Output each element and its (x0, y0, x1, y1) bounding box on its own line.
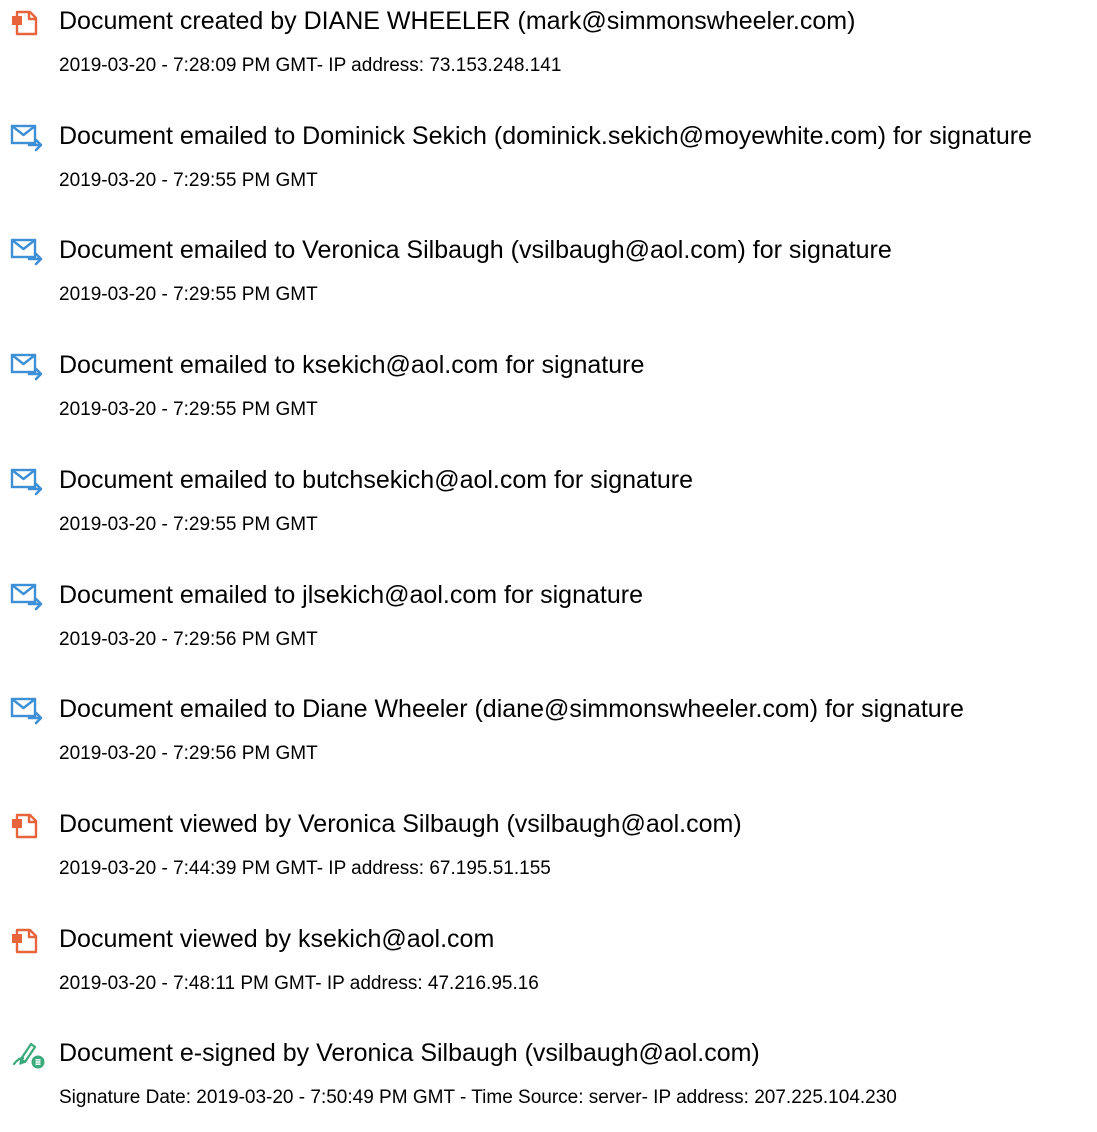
event-detail: Signature Date: 2019-03-20 - 7:50:49 PM … (59, 1087, 897, 1108)
event-title: Document viewed by ksekich@aol.com (59, 925, 495, 953)
e-signed-icon (9, 1039, 45, 1069)
event-title: Document created by DIANE WHEELER (mark@… (59, 7, 856, 35)
event-title: Document emailed to ksekich@aol.com for … (59, 351, 645, 379)
email-sent-icon (9, 236, 45, 266)
document-viewed-icon (9, 925, 45, 955)
audit-event: Document emailed to Dominick Sekich (dom… (0, 115, 1097, 215)
document-viewed-icon (9, 810, 45, 840)
email-sent-icon (9, 466, 45, 496)
event-detail: 2019-03-20 - 7:29:56 PM GMT (59, 743, 318, 764)
event-detail: 2019-03-20 - 7:29:56 PM GMT (59, 629, 318, 650)
document-created-icon (9, 7, 45, 37)
event-detail: 2019-03-20 - 7:29:55 PM GMT (59, 514, 318, 535)
event-title: Document emailed to Veronica Silbaugh (v… (59, 236, 892, 264)
audit-event: Document viewed by ksekich@aol.com 2019-… (0, 918, 1097, 1018)
event-title: Document e-signed by Veronica Silbaugh (… (59, 1039, 760, 1067)
email-sent-icon (9, 351, 45, 381)
event-title: Document emailed to butchsekich@aol.com … (59, 466, 694, 494)
email-sent-icon (9, 581, 45, 611)
event-detail: 2019-03-20 - 7:48:11 PM GMT- IP address:… (59, 973, 539, 994)
audit-event: Document emailed to jlsekich@aol.com for… (0, 574, 1097, 674)
audit-event: Document viewed by Veronica Silbaugh (vs… (0, 803, 1097, 903)
audit-event: Document emailed to ksekich@aol.com for … (0, 344, 1097, 444)
email-sent-icon (9, 695, 45, 725)
event-detail: 2019-03-20 - 7:29:55 PM GMT (59, 284, 318, 305)
event-title: Document emailed to Diane Wheeler (diane… (59, 695, 964, 723)
audit-event: Document emailed to Veronica Silbaugh (v… (0, 229, 1097, 329)
event-title: Document viewed by Veronica Silbaugh (vs… (59, 810, 742, 838)
event-detail: 2019-03-20 - 7:29:55 PM GMT (59, 399, 318, 420)
audit-event: Document created by DIANE WHEELER (mark@… (0, 0, 1097, 100)
event-detail: 2019-03-20 - 7:28:09 PM GMT- IP address:… (59, 55, 562, 76)
audit-event: Document emailed to Diane Wheeler (diane… (0, 688, 1097, 788)
event-detail: 2019-03-20 - 7:29:55 PM GMT (59, 170, 318, 191)
email-sent-icon (9, 122, 45, 152)
event-title: Document emailed to jlsekich@aol.com for… (59, 581, 643, 609)
audit-event: Document emailed to butchsekich@aol.com … (0, 459, 1097, 559)
event-title: Document emailed to Dominick Sekich (dom… (59, 122, 1032, 150)
event-detail: 2019-03-20 - 7:44:39 PM GMT- IP address:… (59, 858, 551, 879)
audit-event: Document e-signed by Veronica Silbaugh (… (0, 1032, 1097, 1132)
